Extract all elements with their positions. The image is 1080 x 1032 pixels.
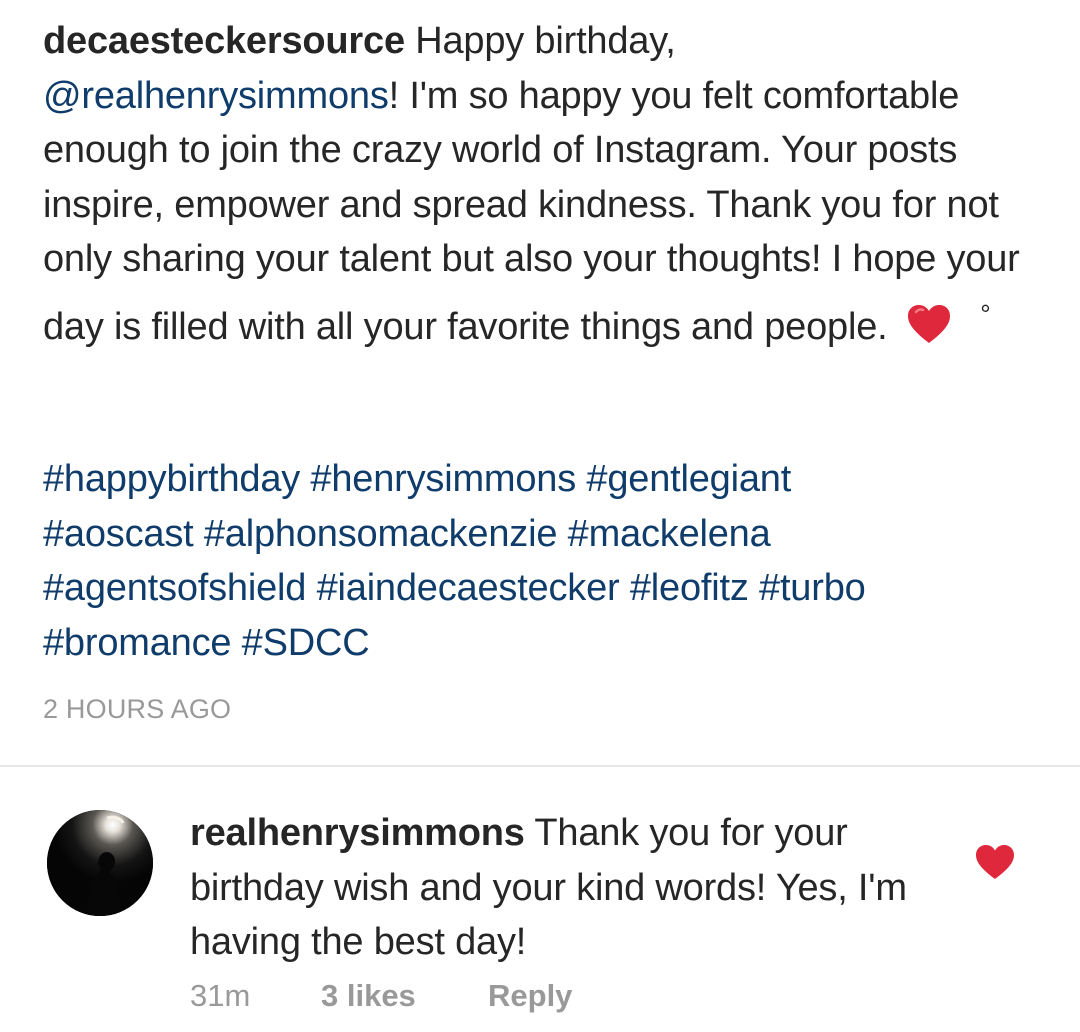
heart-icon[interactable]: [974, 843, 1016, 886]
hashtag-link[interactable]: #turbo: [759, 567, 866, 609]
reply-username[interactable]: realhenrysimmons: [190, 812, 525, 854]
comment-divider: [0, 765, 1080, 767]
red-heart-emoji-icon: [906, 303, 952, 361]
hashtag-link[interactable]: #henrysimmons: [310, 458, 576, 500]
reply-comment: realhenrysimmons Thank you for your birt…: [190, 806, 930, 970]
hashtag-link[interactable]: #mackelena: [568, 513, 771, 555]
caption-tail-glyph: °: [980, 298, 991, 329]
hashtag-link[interactable]: #gentlegiant: [586, 458, 791, 500]
hashtag-link[interactable]: #agentsofshield: [43, 567, 306, 609]
hashtag-link[interactable]: #aoscast: [43, 513, 194, 555]
post-caption: decaesteckersource Happy birthday, @real…: [43, 14, 1043, 360]
post-timestamp: 2 HOURS AGO: [43, 694, 232, 724]
hashtag-link[interactable]: #happybirthday: [43, 458, 300, 500]
hashtag-link[interactable]: #bromance: [43, 622, 232, 664]
avatar[interactable]: [47, 810, 153, 916]
caption-text-intro: Happy birthday,: [415, 20, 676, 62]
comment-time: 31m: [190, 978, 251, 1013]
mention-link[interactable]: @realhenrysimmons: [43, 75, 389, 117]
post-username[interactable]: decaesteckersource: [43, 20, 405, 62]
hashtag-link[interactable]: #SDCC: [242, 622, 370, 664]
hashtag-link[interactable]: #alphonsomackenzie: [204, 513, 558, 555]
likes-count-button[interactable]: 3 likes: [321, 978, 416, 1014]
hashtag-link[interactable]: #leofitz: [630, 567, 749, 609]
hashtag-link[interactable]: #iaindecaestecker: [317, 567, 620, 609]
hashtag-list: #happybirthday #henrysimmons #gentlegian…: [43, 452, 1053, 670]
reply-button[interactable]: Reply: [488, 978, 572, 1014]
